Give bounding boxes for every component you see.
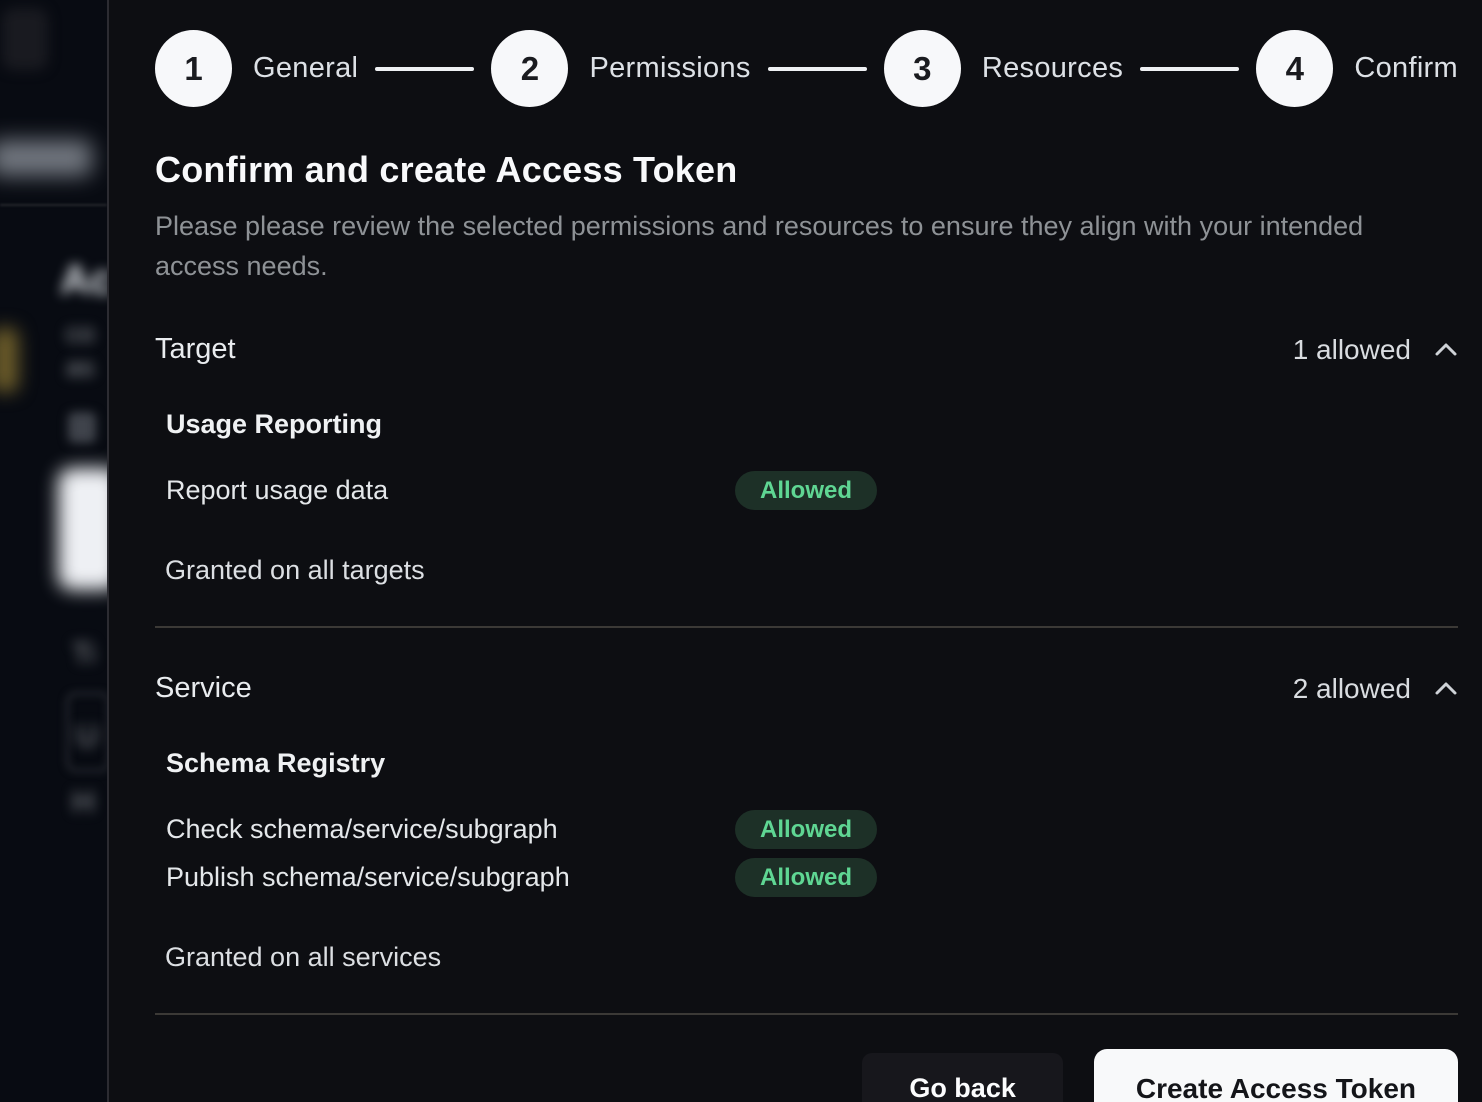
chevron-up-icon [1434, 342, 1458, 357]
chevron-up-icon [1434, 681, 1458, 696]
service-collapse-toggle[interactable]: 2 allowed [1293, 673, 1458, 705]
blurred-text-fragment: Ac [60, 256, 107, 304]
blurred-text-fragment: Ti [72, 638, 95, 671]
go-back-button[interactable]: Go back [862, 1053, 1063, 1102]
blurred-accent-blob [0, 328, 18, 392]
target-collapse-toggle[interactable]: 1 allowed [1293, 334, 1458, 366]
step-connector [1140, 67, 1239, 71]
blurred-divider [0, 204, 107, 206]
permission-label: Report usage data [166, 475, 735, 506]
permission-label: Publish schema/service/subgraph [166, 862, 735, 893]
blurred-text-fragment: U [76, 718, 98, 754]
permission-row: Publish schema/service/subgraph Allowed [166, 858, 1458, 897]
blurred-icon-tile [68, 412, 96, 443]
create-access-token-button[interactable]: Create Access Token [1094, 1049, 1458, 1102]
step-confirm[interactable]: 4 Confirm [1256, 30, 1458, 107]
blurred-text-fragment: H [72, 784, 94, 820]
page-title: Confirm and create Access Token [155, 149, 1458, 191]
section-title: Target [155, 333, 236, 366]
step-connector [768, 67, 867, 71]
permission-row: Check schema/service/subgraph Allowed [166, 810, 1458, 849]
blurred-logo-tile [2, 8, 48, 70]
step-number-circle: 2 [491, 30, 568, 107]
step-general[interactable]: 1 General [155, 30, 358, 107]
page-subtitle: Please please review the selected permis… [155, 206, 1385, 286]
footer-divider [155, 1013, 1458, 1015]
step-permissions[interactable]: 2 Permissions [491, 30, 750, 107]
step-number-circle: 3 [884, 30, 961, 107]
footer-actions: Go back Create Access Token [155, 1049, 1458, 1102]
status-badge: Allowed [735, 471, 877, 510]
step-connector [375, 67, 474, 71]
step-number-circle: 1 [155, 30, 232, 107]
background-page-edge: Ac co as Ti U H [0, 0, 107, 1102]
blurred-nav-label [0, 140, 92, 176]
blurred-text-fragment: co [66, 318, 95, 349]
blurred-text-fragment: as [66, 352, 95, 383]
granted-note: Granted on all targets [165, 555, 1458, 586]
wizard-stepper: 1 General 2 Permissions 3 Resources 4 Co… [155, 30, 1458, 107]
step-label: Confirm [1354, 52, 1458, 85]
create-access-token-modal: 1 General 2 Permissions 3 Resources 4 Co… [107, 0, 1482, 1102]
allowed-count: 1 allowed [1293, 334, 1411, 366]
section-service: Service 2 allowed Schema Registry Check … [155, 672, 1458, 973]
permission-group-usage-reporting: Usage Reporting Report usage data Allowe… [166, 409, 1458, 510]
step-label: Permissions [589, 52, 750, 85]
permission-row: Report usage data Allowed [166, 471, 1458, 510]
step-number-circle: 4 [1256, 30, 1333, 107]
blurred-white-card [58, 468, 107, 590]
permission-label: Check schema/service/subgraph [166, 814, 735, 845]
section-header: Service 2 allowed [155, 672, 1458, 705]
step-label: General [253, 52, 358, 85]
status-badge: Allowed [735, 810, 877, 849]
step-resources[interactable]: 3 Resources [884, 30, 1123, 107]
granted-note: Granted on all services [165, 942, 1458, 973]
group-heading: Schema Registry [166, 748, 1458, 779]
step-label: Resources [982, 52, 1123, 85]
status-badge: Allowed [735, 858, 877, 897]
section-title: Service [155, 672, 252, 705]
permission-group-schema-registry: Schema Registry Check schema/service/sub… [166, 748, 1458, 897]
section-header: Target 1 allowed [155, 333, 1458, 366]
group-heading: Usage Reporting [166, 409, 1458, 440]
section-target: Target 1 allowed Usage Reporting Report … [155, 333, 1458, 586]
section-divider [155, 626, 1458, 628]
allowed-count: 2 allowed [1293, 673, 1411, 705]
